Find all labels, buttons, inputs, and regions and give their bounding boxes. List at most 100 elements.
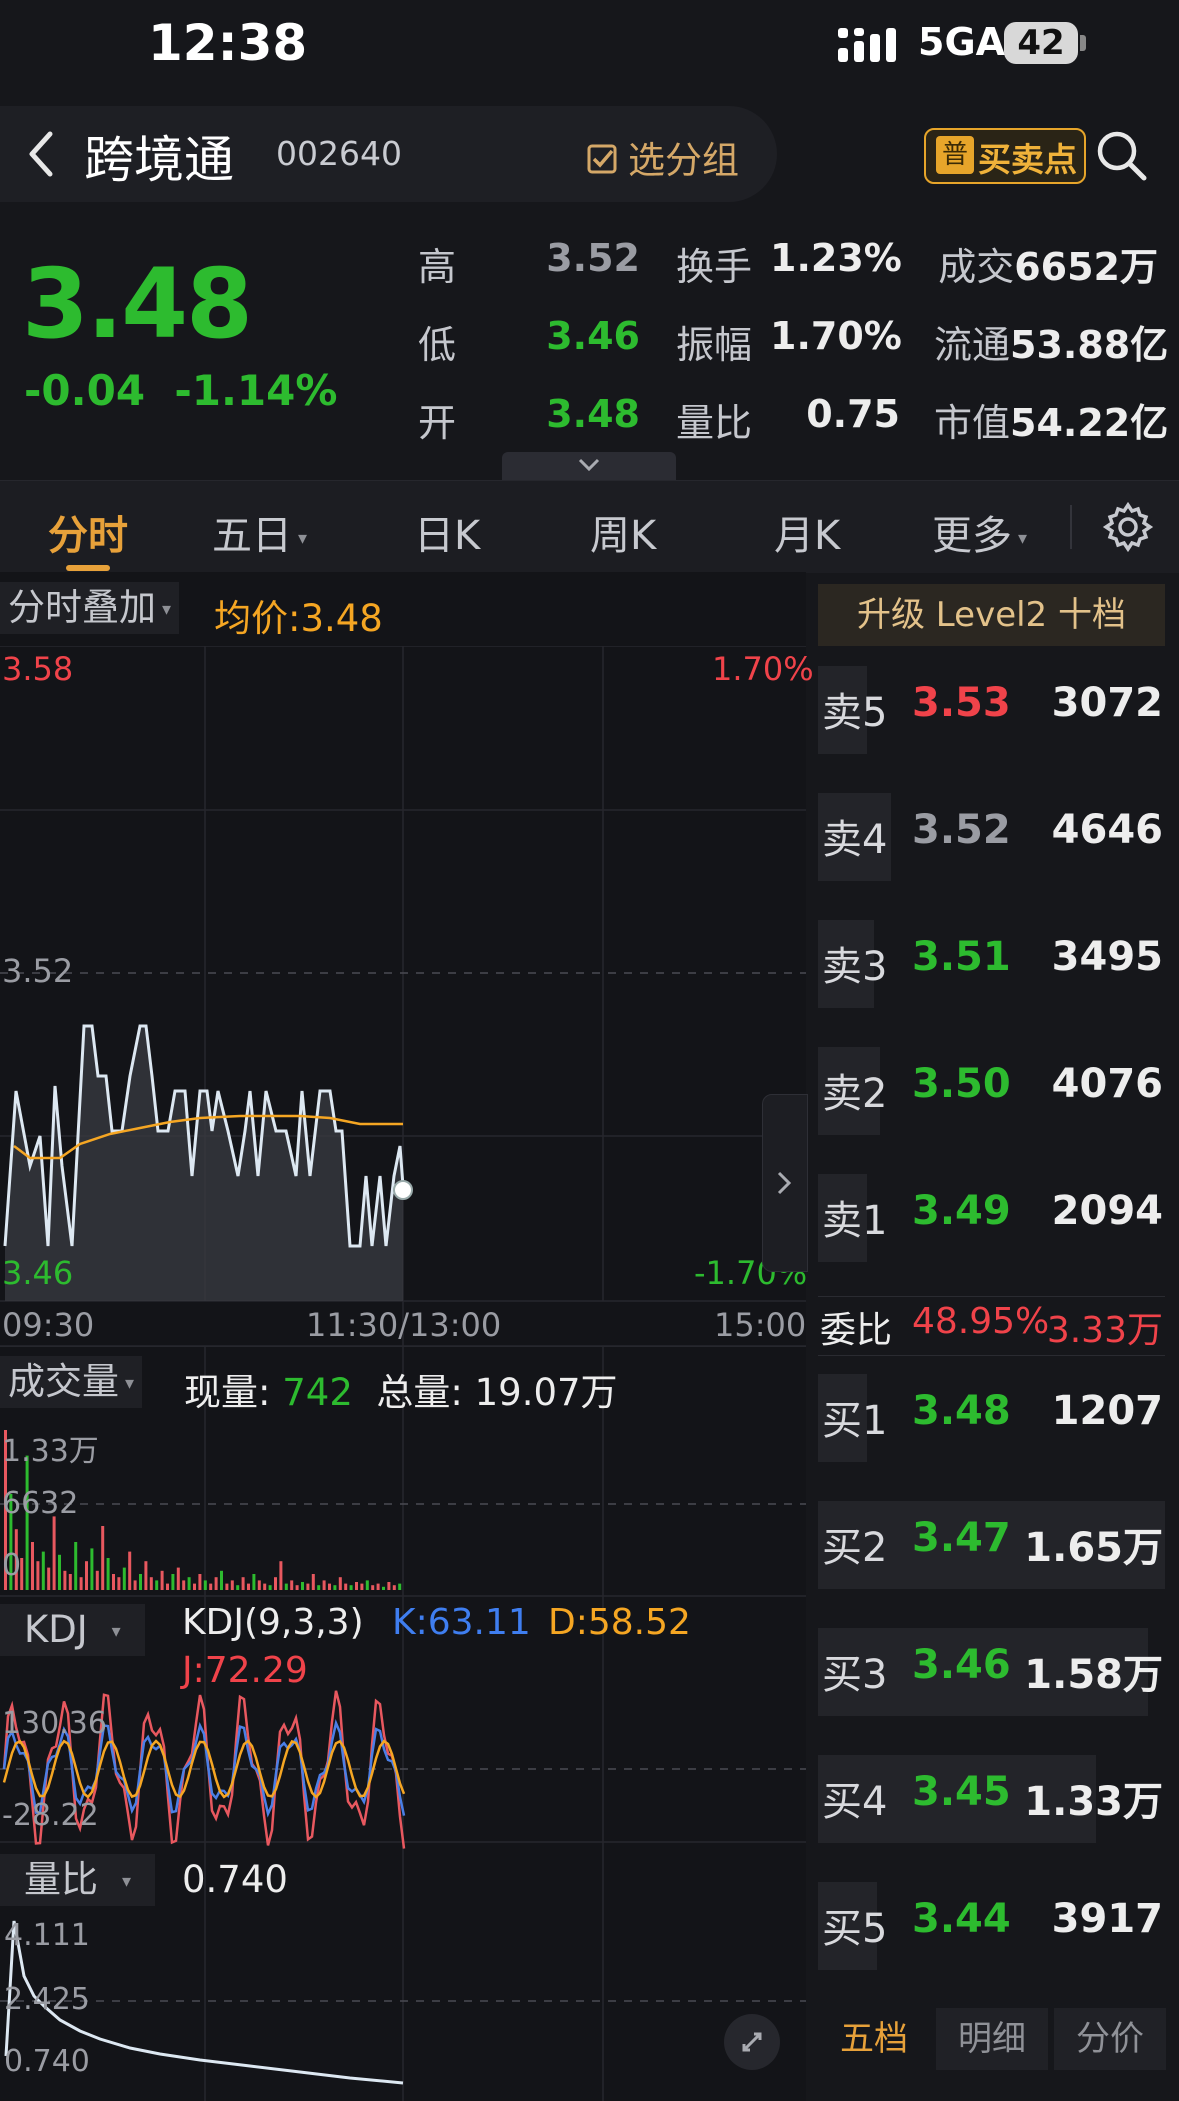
volume-bar [268, 1585, 272, 1590]
expand-icon [742, 2032, 762, 2052]
price-axis-low: 3.46 [2, 1254, 74, 1292]
divider [0, 1346, 806, 1347]
stock-name: 跨境通 [84, 131, 234, 189]
caret-down-icon: ▾ [298, 527, 308, 549]
level-volume: 1.33万 [1024, 1779, 1163, 1825]
volume-bar [160, 1570, 164, 1590]
commission-ratio-pct: 48.95% [912, 1301, 1050, 1342]
select-group-button[interactable]: 选分组 [586, 130, 739, 184]
level-volume: 2094 [1051, 1188, 1163, 1234]
volume-bar [274, 1577, 277, 1590]
time-label-noon: 11:30/13:00 [306, 1306, 502, 1344]
tab-five-levels[interactable]: 五档 [818, 2008, 930, 2070]
gear-icon[interactable] [1102, 501, 1154, 553]
tab-details[interactable]: 明细 [936, 2008, 1048, 2070]
volume-bar [236, 1585, 240, 1590]
volume-bar [198, 1574, 202, 1590]
tab-daily-k[interactable]: 日K [414, 503, 480, 561]
volume-axis-bottom: 0 [2, 1548, 22, 1583]
quote-value-amplitude: 1.70% [770, 314, 902, 358]
quote-value-volume-ratio: 0.75 [806, 392, 900, 436]
status-bar: 12:38 5GA 42 [0, 0, 1179, 95]
bid-row[interactable]: 买2 3.47 1.65万 [818, 1495, 1165, 1595]
overlay-dropdown[interactable]: 分时叠加 ▾ [0, 582, 180, 634]
volume-bar [338, 1577, 342, 1590]
bid-row[interactable]: 买1 3.48 1207 [818, 1368, 1165, 1468]
level-price: 3.52 [912, 807, 1011, 853]
volume-ratio-axis-mid: 2.425 [4, 1982, 90, 2017]
volume-ratio-dropdown[interactable]: 量比 ▾ [0, 1854, 156, 1906]
status-time: 12:38 [148, 14, 308, 72]
level-label: 买2 [822, 1525, 888, 1571]
volume-bar [95, 1570, 99, 1590]
battery-icon: 42 [1004, 22, 1078, 64]
quote-value-open: 3.48 [546, 392, 640, 436]
stock-code: 002640 [276, 134, 402, 173]
back-arrow-icon[interactable] [24, 128, 60, 180]
period-tabs: 分时 五日 ▾ 日K 周K 月K 更多 ▾ [0, 480, 1179, 573]
search-icon[interactable] [1094, 128, 1150, 184]
tab-weekly-k[interactable]: 周K [590, 503, 656, 561]
kdj-j-value: J:72.29 [182, 1650, 308, 1691]
current-price: 3.48 [22, 248, 253, 360]
upgrade-level2-button[interactable]: 升级 Level2 十档 [818, 584, 1165, 646]
ask-row[interactable]: 卖5 3.53 3072 [818, 660, 1165, 760]
tab-monthly-k[interactable]: 月K [774, 503, 840, 561]
level-volume: 3072 [1051, 680, 1163, 726]
volume-bar [203, 1580, 207, 1590]
order-book-tabs: 五档 明细 分价 [818, 2008, 1166, 2078]
volume-bar [322, 1580, 326, 1590]
tab-more[interactable]: 更多 ▾ [932, 503, 1027, 561]
avg-price: 均价:3.48 [214, 597, 383, 640]
volume-bar [365, 1580, 369, 1590]
volume-bar [290, 1580, 294, 1590]
caret-down-icon: ▾ [1018, 527, 1028, 549]
ask-row[interactable]: 卖3 3.51 3495 [818, 914, 1165, 1014]
price-axis-mid: 3.52 [2, 952, 74, 990]
commission-ratio-volume: 3.33万 [1046, 1310, 1163, 1351]
checkbox-icon [587, 144, 617, 174]
ask-row[interactable]: 卖4 3.52 4646 [818, 787, 1165, 887]
quote-label-low: 低 [418, 323, 457, 367]
bid-row[interactable]: 买4 3.45 1.33万 [818, 1749, 1165, 1849]
level-price: 3.44 [912, 1896, 1011, 1942]
quote-float-cap-cell: 流通53.88亿 [934, 314, 1168, 369]
volume-bar [171, 1574, 175, 1590]
total-volume-label: 总量: [376, 1371, 463, 1414]
volume-bar [58, 1554, 61, 1590]
tab-five-day[interactable]: 五日 ▾ [212, 503, 307, 561]
expand-side-button[interactable] [762, 1094, 808, 1272]
quote-label-turnover: 换手 [676, 245, 753, 289]
buy-sell-points-button[interactable]: 普 买卖点 [924, 128, 1086, 184]
ask-row[interactable]: 卖1 3.49 2094 [818, 1168, 1165, 1268]
volume-bar [182, 1580, 186, 1590]
quote-volume-cell: 成交6652万 [934, 236, 1158, 291]
volume-bar [85, 1561, 88, 1590]
quote-value-market-cap: 54.22亿 [1010, 401, 1169, 445]
volume-bar [257, 1580, 261, 1590]
volume-bar [306, 1583, 310, 1590]
fullscreen-button[interactable] [724, 2014, 780, 2070]
expand-quote-button[interactable] [502, 452, 676, 480]
quote-label-open: 开 [418, 401, 457, 445]
tab-intraday[interactable]: 分时 [48, 503, 128, 561]
tab-price-distribution[interactable]: 分价 [1054, 2008, 1166, 2070]
level-label: 卖2 [822, 1071, 888, 1117]
kdj-axis-bottom: -28.22 [2, 1798, 99, 1833]
quote-market-cap-cell: 市值54.22亿 [934, 392, 1168, 447]
bid-row[interactable]: 买5 3.44 3917 [818, 1876, 1165, 1976]
volume-bar [209, 1583, 213, 1590]
kdj-dropdown[interactable]: KDJ ▾ [0, 1604, 145, 1656]
volume-dropdown[interactable]: 成交量 ▾ [0, 1356, 143, 1408]
bid-row[interactable]: 买3 3.46 1.58万 [818, 1622, 1165, 1722]
volume-bar [295, 1585, 299, 1590]
ask-row[interactable]: 卖2 3.50 4076 [818, 1041, 1165, 1141]
volume-bar [68, 1574, 72, 1590]
price-axis-high: 3.58 [2, 650, 74, 688]
pct-axis-high: 1.70% [712, 650, 814, 688]
volume-bar [360, 1583, 364, 1590]
change-percent: -1.14% [174, 366, 338, 415]
volume-bar [133, 1580, 137, 1590]
volume-bar [252, 1574, 256, 1590]
quote-label-market-cap: 市值 [934, 401, 1011, 445]
